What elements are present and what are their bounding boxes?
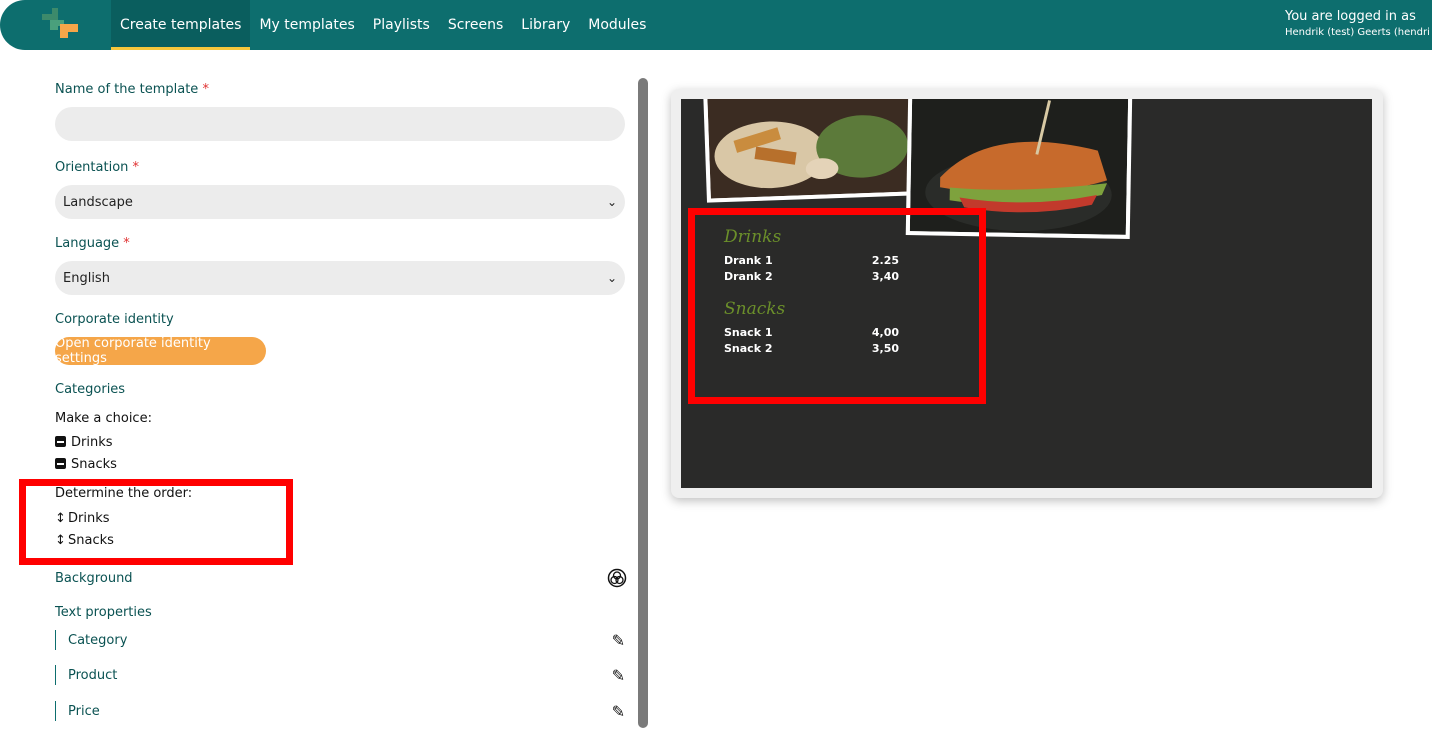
nav-library[interactable]: Library: [512, 0, 579, 50]
nav-screens[interactable]: Screens: [439, 0, 512, 50]
nav-modules[interactable]: Modules: [579, 0, 655, 50]
checkbox-icon[interactable]: [55, 458, 66, 469]
nav-playlists[interactable]: Playlists: [364, 0, 439, 50]
food-photo-1: [703, 99, 919, 203]
corporate-identity-label: Corporate identity: [55, 312, 174, 327]
pencil-icon[interactable]: ✎: [612, 702, 625, 721]
background-label: Background: [55, 570, 133, 586]
template-name-input[interactable]: [55, 107, 625, 141]
order-highlight-box: [19, 479, 293, 565]
top-navigation-bar: Create templates My templates Playlists …: [0, 0, 1432, 50]
categories-label: Categories: [55, 382, 126, 397]
checkbox-icon[interactable]: [55, 436, 66, 447]
choice-snacks[interactable]: Snacks: [55, 457, 117, 472]
logged-in-label: You are logged in as: [1285, 9, 1416, 24]
chevron-down-icon: ⌄: [606, 195, 617, 209]
user-name: Hendrik (test) Geerts (hendri: [1285, 27, 1430, 38]
text-prop-product[interactable]: Product: [55, 665, 117, 685]
text-prop-price-row: Price ✎: [55, 701, 625, 721]
text-prop-category-row: Category ✎: [55, 630, 625, 650]
text-prop-price[interactable]: Price: [55, 701, 100, 721]
logo-icon[interactable]: [40, 6, 80, 44]
name-label: Name of the template *: [55, 82, 209, 97]
language-value: English: [63, 270, 110, 286]
language-label: Language *: [55, 236, 130, 251]
pencil-icon[interactable]: ✎: [612, 666, 625, 685]
chevron-down-icon: ⌄: [606, 271, 617, 285]
choice-drinks[interactable]: Drinks: [55, 435, 113, 450]
open-corporate-identity-button[interactable]: Open corporate identity settings: [55, 336, 266, 366]
make-choice-label: Make a choice:: [55, 411, 152, 426]
form-scrollbar[interactable]: [638, 78, 648, 728]
pencil-icon[interactable]: ✎: [612, 631, 625, 650]
nav-my-templates[interactable]: My templates: [250, 0, 363, 50]
text-properties-label: Text properties: [55, 605, 152, 620]
text-prop-product-row: Product ✎: [55, 665, 625, 685]
main-nav: Create templates My templates Playlists …: [111, 0, 655, 50]
nav-create-templates[interactable]: Create templates: [111, 0, 251, 50]
background-row: Background: [55, 568, 627, 588]
orientation-value: Landscape: [63, 194, 133, 210]
orientation-label: Orientation *: [55, 160, 140, 175]
user-info[interactable]: You are logged in as Hendrik (test) Geer…: [1285, 9, 1430, 38]
color-circles-icon[interactable]: [607, 568, 627, 588]
orientation-select[interactable]: Landscape ⌄: [55, 185, 625, 219]
text-prop-category[interactable]: Category: [55, 630, 127, 650]
menu-highlight-box: [688, 208, 986, 404]
language-select[interactable]: English ⌄: [55, 261, 625, 295]
